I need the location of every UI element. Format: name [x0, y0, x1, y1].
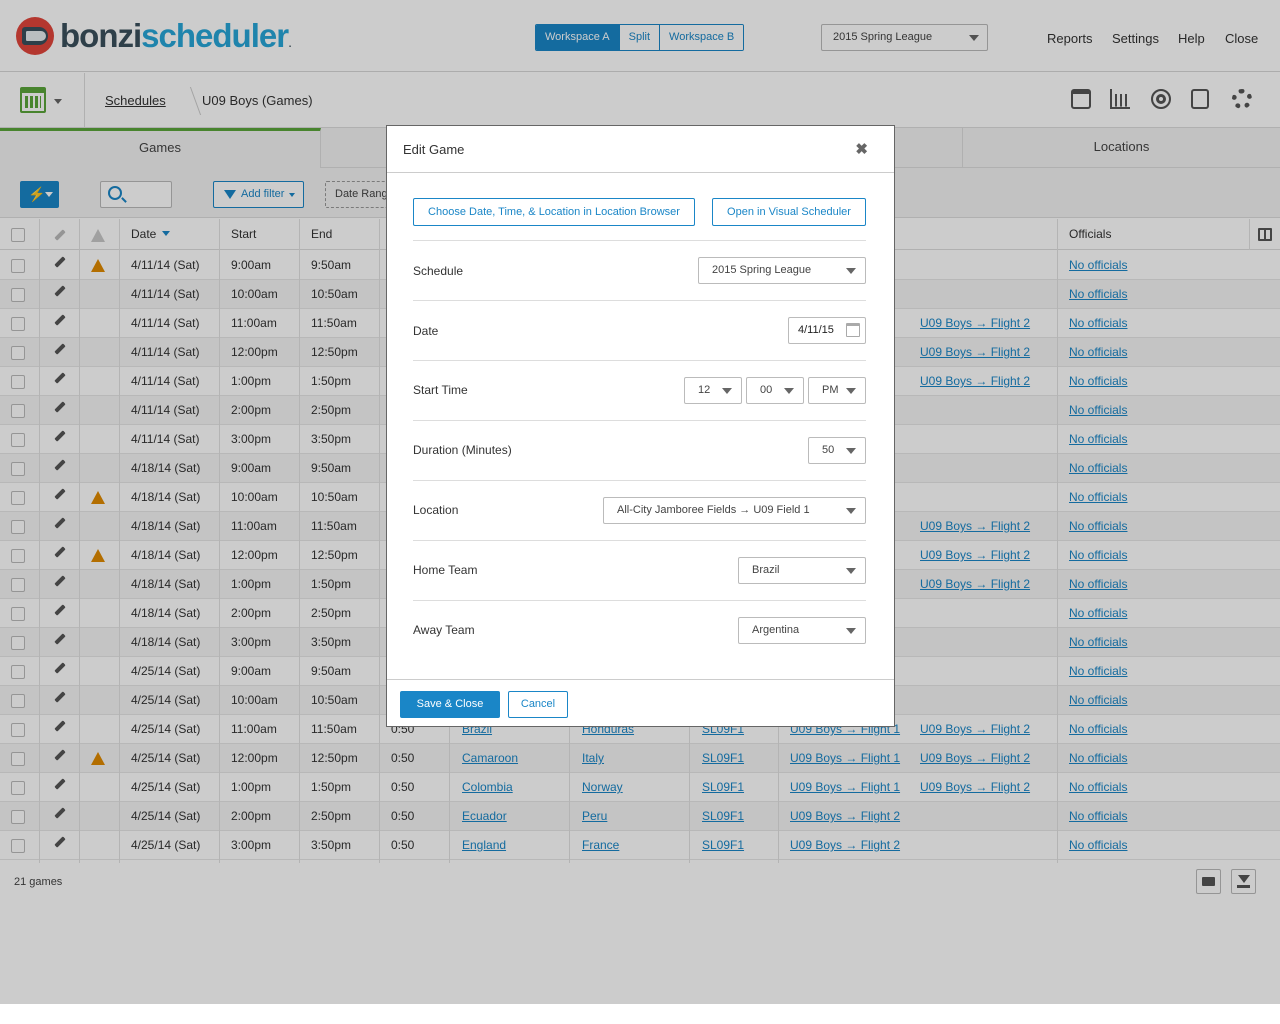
start-time-label: Start Time — [413, 383, 468, 397]
divider — [413, 300, 866, 301]
save-close-button[interactable]: Save & Close — [400, 691, 500, 718]
duration-label: Duration (Minutes) — [413, 443, 512, 457]
chevron-down-icon — [722, 388, 732, 394]
calendar-icon[interactable] — [846, 323, 860, 337]
edit-game-dialog: Edit Game ✖ Choose Date, Time, & Locatio… — [386, 125, 895, 727]
duration-value: 50 — [822, 444, 835, 456]
chevron-down-icon — [846, 568, 856, 574]
divider — [413, 600, 866, 601]
duration-select[interactable]: 50 — [808, 437, 866, 464]
start-ampm-value: PM — [822, 384, 839, 396]
divider — [413, 480, 866, 481]
chevron-down-icon — [846, 268, 856, 274]
start-minute-select[interactable]: 00 — [746, 377, 804, 404]
chevron-down-icon — [846, 508, 856, 514]
away-team-select[interactable]: Argentina — [738, 617, 866, 644]
date-field[interactable]: 4/11/15 — [788, 317, 866, 344]
start-hour-value: 12 — [698, 384, 711, 396]
home-team-value: Brazil — [752, 564, 780, 576]
schedule-select[interactable]: 2015 Spring League — [698, 257, 866, 284]
start-ampm-select[interactable]: PM — [808, 377, 866, 404]
schedule-value: 2015 Spring League — [712, 264, 812, 276]
location-value: All-City Jamboree Fields → U09 Field 1 — [617, 504, 810, 516]
schedule-label: Schedule — [413, 264, 464, 278]
divider — [413, 540, 866, 541]
divider — [413, 240, 866, 241]
app-window: bonzischeduler . Workspace A Split Works… — [0, 0, 1280, 1004]
location-browser-button[interactable]: Choose Date, Time, & Location in Locatio… — [413, 198, 695, 226]
date-label: Date — [413, 324, 439, 338]
dialog-header: Edit Game ✖ — [387, 126, 894, 173]
location-label: Location — [413, 503, 459, 517]
chevron-down-icon — [846, 628, 856, 634]
away-team-value: Argentina — [752, 624, 800, 636]
cancel-button[interactable]: Cancel — [508, 691, 568, 718]
divider — [413, 360, 866, 361]
close-icon[interactable]: ✖ — [855, 140, 868, 158]
visual-scheduler-button[interactable]: Open in Visual Scheduler — [712, 198, 866, 226]
home-team-label: Home Team — [413, 563, 478, 577]
dialog-footer: Save & Close Cancel — [387, 679, 894, 726]
chevron-down-icon — [846, 388, 856, 394]
away-team-label: Away Team — [413, 623, 475, 637]
start-minute-value: 00 — [760, 384, 773, 396]
chevron-down-icon — [784, 388, 794, 394]
dialog-title: Edit Game — [403, 142, 465, 157]
divider — [413, 420, 866, 421]
date-value: 4/11/15 — [798, 324, 834, 336]
home-team-select[interactable]: Brazil — [738, 557, 866, 584]
start-hour-select[interactable]: 12 — [684, 377, 742, 404]
location-select[interactable]: All-City Jamboree Fields → U09 Field 1 — [603, 497, 866, 524]
chevron-down-icon — [846, 448, 856, 454]
